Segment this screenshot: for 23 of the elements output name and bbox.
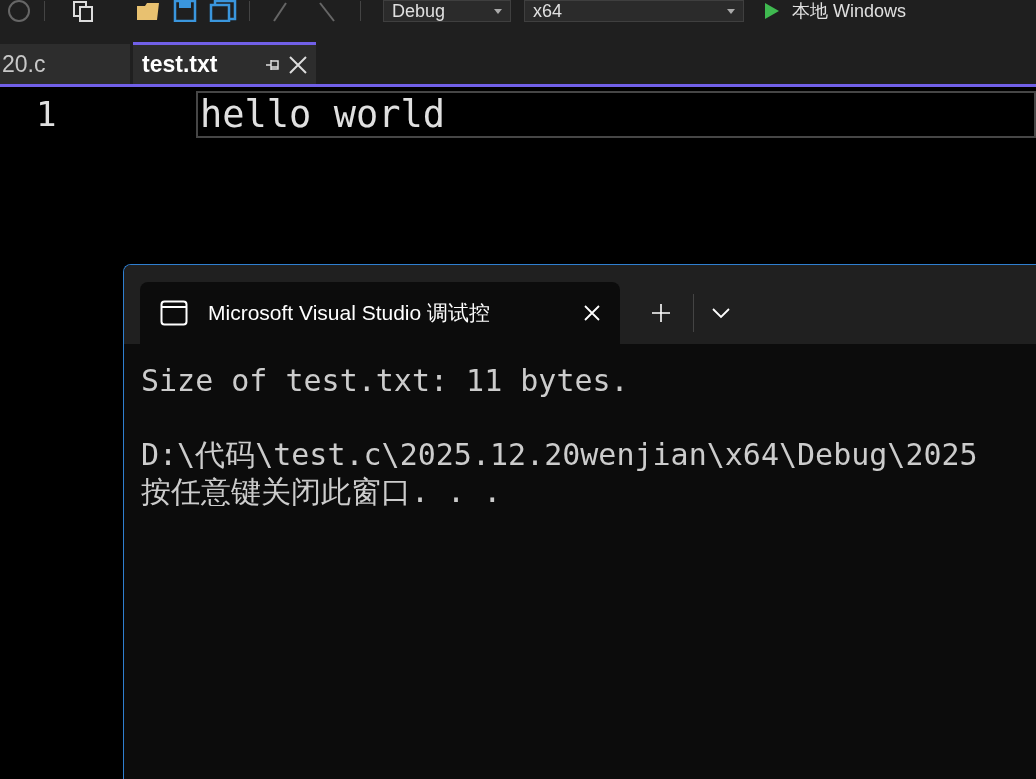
caret-icon [727, 8, 735, 14]
document-tab[interactable]: 20.c [0, 44, 130, 84]
console-tab-title: Microsoft Visual Studio 调试控 [208, 300, 492, 327]
console-tab[interactable]: Microsoft Visual Studio 调试控 [140, 282, 620, 344]
line-number: 1 [35, 93, 58, 136]
document-tab[interactable]: test.txt [133, 42, 316, 84]
pin-icon[interactable] [265, 57, 281, 72]
caret-icon [494, 8, 502, 14]
save-all-icon[interactable] [209, 0, 237, 22]
console-output-line: D:\代码\test.c\2025.12.20wenjian\x64\Debug\2025 [141, 436, 978, 473]
configuration-dropdown[interactable]: Debug [383, 0, 511, 22]
dropdown-icon[interactable] [712, 307, 730, 319]
run-button[interactable]: 本地 Windows [792, 1, 907, 21]
copy-icon[interactable] [71, 0, 95, 22]
console-output-line: Size of test.txt: 11 bytes. [141, 362, 629, 399]
folder-icon[interactable] [135, 0, 161, 22]
platform-dropdown[interactable]: x64 [524, 0, 744, 22]
console-output-line: 按任意键关闭此窗口. . . [141, 473, 502, 510]
close-icon[interactable] [289, 55, 307, 74]
terminal-icon [160, 300, 188, 326]
save-icon[interactable] [173, 0, 197, 22]
play-icon[interactable] [764, 2, 780, 20]
new-tab-icon[interactable] [651, 303, 671, 323]
